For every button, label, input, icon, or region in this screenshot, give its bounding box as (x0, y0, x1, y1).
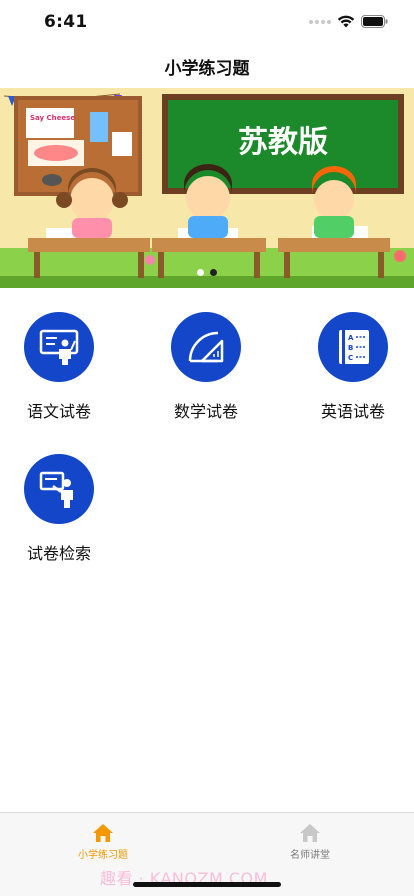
banner-illustration: Say Cheese 苏教版 (0, 88, 414, 288)
tile-label: 语文试卷 (26, 402, 91, 421)
tab-label: 小学练习题 (78, 850, 128, 861)
page-dot-active[interactable] (210, 269, 217, 276)
chalkboard-text: 苏教版 (238, 125, 328, 160)
icon-circle (24, 312, 94, 382)
poster-text: Say Cheese (30, 114, 75, 122)
cellular-signal-icon (309, 19, 331, 24)
carousel-page-indicator[interactable] (0, 269, 414, 276)
tile-label: 数学试卷 (173, 402, 238, 421)
teacher-pointing-icon (39, 471, 73, 508)
svg-text:C: C (348, 354, 353, 362)
page-dot[interactable] (197, 269, 204, 276)
icon-circle (171, 312, 241, 382)
chinese-exam-tile[interactable]: 语文试卷 (4, 312, 114, 432)
tab-bar: 小学练习题 名师讲堂 趣看 · KANQZM.COM (0, 812, 414, 896)
tab-label: 名师讲堂 (290, 850, 330, 861)
battery-icon (361, 15, 388, 28)
wifi-icon (337, 15, 355, 28)
svg-text:B: B (348, 344, 353, 352)
english-exam-tile[interactable]: A B C 英语试卷 (298, 312, 408, 432)
tile-label: 试卷检索 (26, 544, 91, 563)
status-indicators (309, 15, 388, 28)
teacher-board-icon (39, 329, 79, 365)
protractor-triangle-icon (188, 331, 224, 363)
tab-practice[interactable]: 小学练习题 (43, 823, 163, 861)
home-icon (93, 824, 113, 842)
home-icon (300, 824, 320, 842)
svg-text:A: A (348, 334, 354, 342)
status-time: 6:41 (44, 12, 88, 32)
abc-book-icon: A B C (339, 330, 369, 364)
exam-search-tile[interactable]: 试卷检索 (4, 454, 114, 574)
page-title: 小学练习题 (164, 58, 250, 79)
math-exam-tile[interactable]: 数学试卷 (151, 312, 261, 432)
banner-carousel[interactable]: Say Cheese 苏教版 (0, 88, 414, 288)
navigation-bar: 小学练习题 (0, 44, 414, 88)
status-bar: 6:41 (0, 0, 414, 44)
icon-circle: A B C (318, 312, 388, 382)
icon-circle (24, 454, 94, 524)
tile-label: 英语试卷 (320, 402, 385, 421)
home-indicator[interactable] (133, 882, 281, 887)
tab-teacher-lectures[interactable]: 名师讲堂 (250, 823, 370, 861)
